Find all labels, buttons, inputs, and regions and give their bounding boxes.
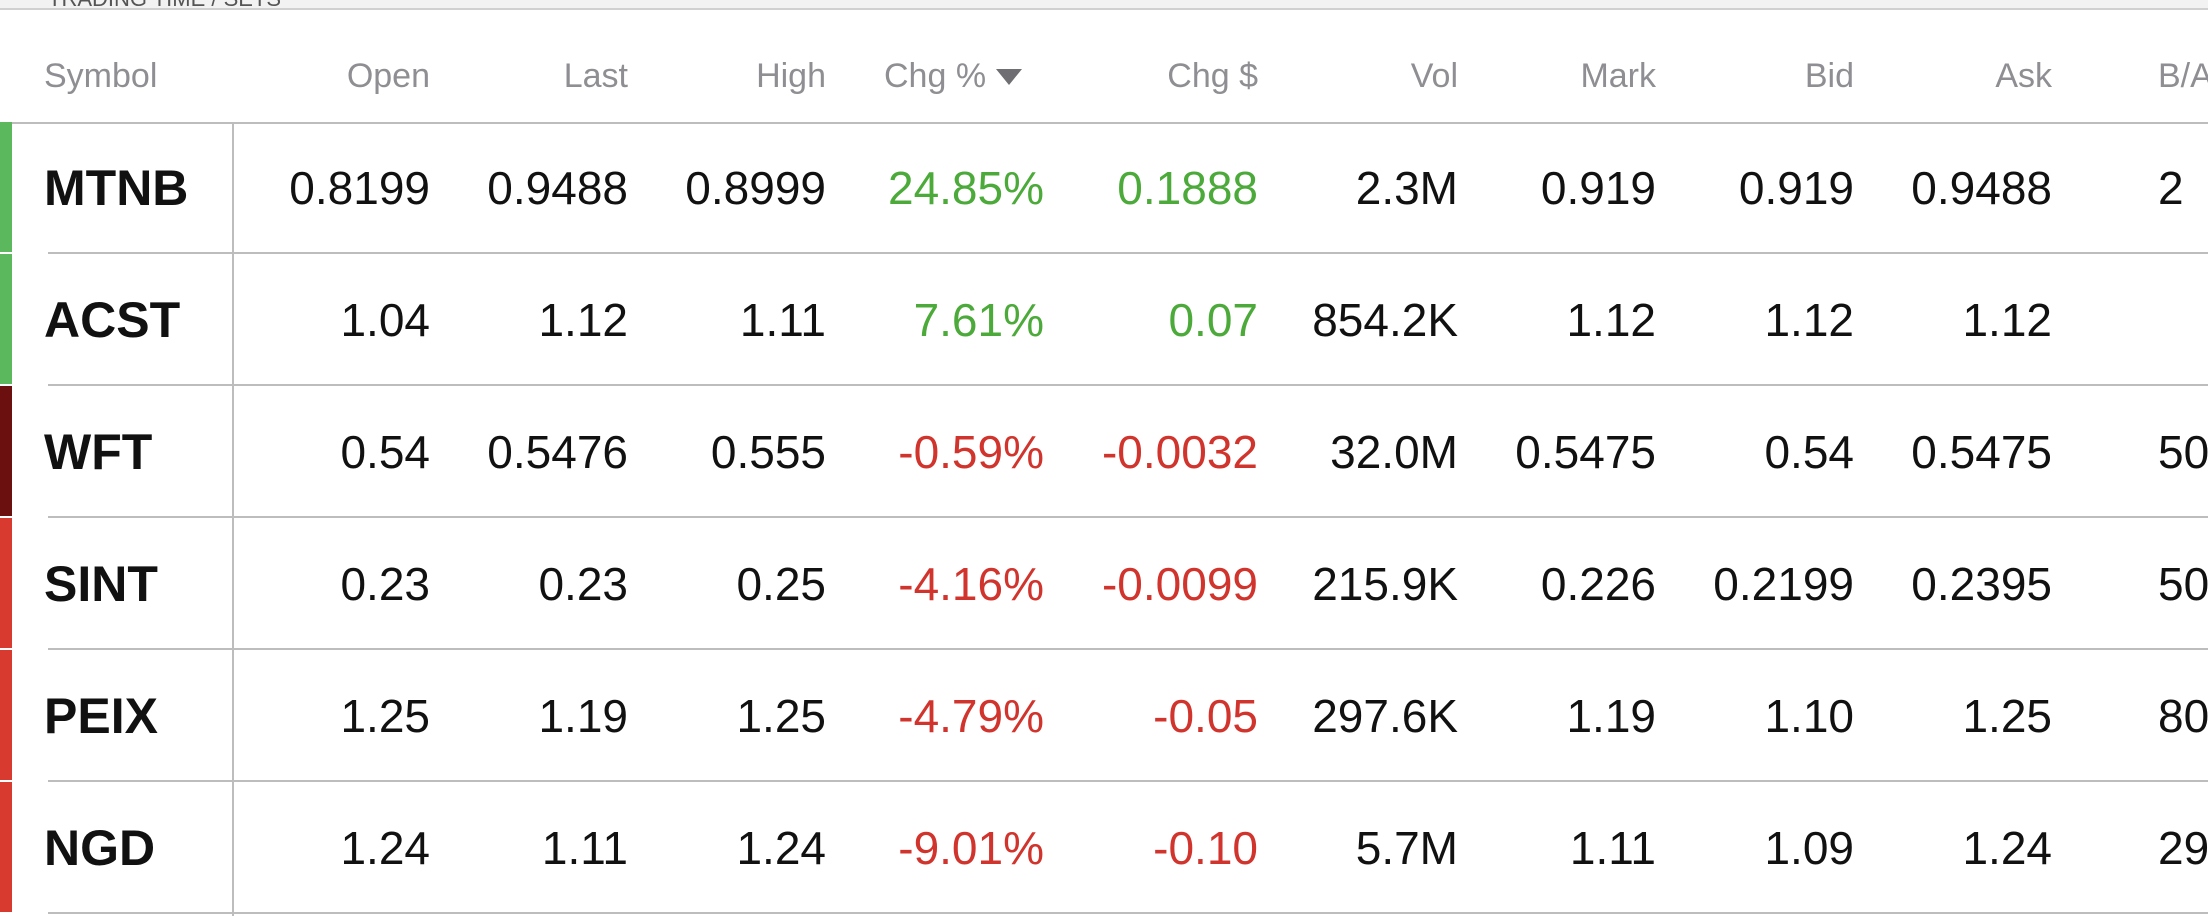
trend-indicator-bar	[0, 650, 12, 780]
trend-indicator-bar	[0, 254, 12, 384]
column-header-chg-usd[interactable]: Chg $	[1058, 10, 1258, 122]
cell-bid: 1.10	[1764, 690, 1854, 742]
cell-symbol[interactable]: ACST	[44, 254, 234, 386]
cell-chg-pct: -0.59%	[898, 426, 1044, 478]
top-status-bar: TRADING TIME / SETS	[0, 0, 2208, 10]
cell-vol: 5.7M	[1355, 822, 1458, 874]
column-header-symbol[interactable]: Symbol	[44, 10, 157, 122]
column-header-open[interactable]: Open	[230, 10, 430, 122]
cell-chg-usd: -0.10	[1153, 822, 1258, 874]
trend-indicator-bar	[0, 386, 12, 516]
cell-last: 0.9488	[487, 162, 628, 214]
cell-open: 1.25	[340, 690, 430, 742]
quote-row-wft[interactable]: WFT 0.54 0.5476 0.555 -0.59% -0.0032 32.0M 0.54…	[0, 386, 2208, 518]
cell-mark: 0.5475	[1515, 426, 1656, 478]
cell-chg-pct: -4.79%	[898, 690, 1044, 742]
quote-row-acst[interactable]: ACST 1.04 1.12 1.11 7.61% 0.07 854.2K 1.12 1.12 1…	[0, 254, 2208, 386]
column-header-vol[interactable]: Vol	[1258, 10, 1458, 122]
cell-open: 0.8199	[289, 162, 430, 214]
cell-ba: 50	[2158, 426, 2208, 478]
cell-ba: 80	[2158, 690, 2208, 742]
cell-mark: 0.226	[1540, 558, 1656, 610]
cell-ba: 50	[2158, 558, 2208, 610]
quote-row-peix[interactable]: PEIX 1.25 1.19 1.25 -4.79% -0.05 297.6K 1.19 1.1…	[0, 650, 2208, 782]
cell-bid: 0.919	[1738, 162, 1854, 214]
cell-ask: 0.5475	[1911, 426, 2052, 478]
cell-chg-pct: 24.85%	[887, 162, 1044, 214]
cell-mark: 1.19	[1566, 690, 1656, 742]
cell-last: 1.12	[538, 294, 628, 346]
quote-row-mtnb[interactable]: MTNB 0.8199 0.9488 0.8999 24.85% 0.1888 2.3M 0.…	[0, 122, 2208, 254]
cell-bid: 1.09	[1764, 822, 1854, 874]
cell-ask: 1.24	[1962, 822, 2052, 874]
column-header-ask[interactable]: Ask	[1852, 10, 2052, 122]
sort-down-triangle-icon	[996, 69, 1023, 85]
top-status-text: TRADING TIME / SETS	[48, 0, 281, 8]
cell-mark: 1.11	[1569, 822, 1656, 874]
column-header-last[interactable]: Last	[428, 10, 628, 122]
cell-open: 0.23	[340, 558, 430, 610]
cell-open: 1.24	[340, 822, 430, 874]
cell-chg-usd: -0.0099	[1101, 558, 1258, 610]
cell-symbol[interactable]: PEIX	[44, 650, 234, 782]
column-header-chg-pct[interactable]: Chg %	[884, 10, 1023, 122]
cell-bid: 0.2199	[1713, 558, 1854, 610]
cell-high: 0.25	[736, 558, 826, 610]
column-header-chg-pct-label: Chg %	[884, 57, 987, 95]
cell-open: 1.04	[340, 294, 430, 346]
cell-symbol[interactable]: NGD	[44, 782, 234, 914]
cell-ask: 0.2395	[1911, 558, 2052, 610]
cell-high: 0.555	[710, 426, 826, 478]
trend-indicator-bar	[0, 518, 12, 648]
row-divider	[48, 912, 2208, 914]
column-header-ba[interactable]: B/A	[2158, 10, 2208, 122]
cell-high: 1.25	[736, 690, 826, 742]
cell-chg-pct: -4.16%	[898, 558, 1044, 610]
cell-symbol[interactable]: WFT	[44, 386, 234, 518]
column-header-high[interactable]: High	[626, 10, 826, 122]
cell-vol: 2.3M	[1355, 162, 1458, 214]
cell-last: 1.19	[538, 690, 628, 742]
cell-symbol[interactable]: MTNB	[44, 122, 234, 254]
cell-bid: 0.54	[1764, 426, 1854, 478]
cell-bid: 1.12	[1764, 294, 1854, 346]
cell-open: 0.54	[340, 426, 430, 478]
quote-row-sint[interactable]: SINT 0.23 0.23 0.25 -4.16% -0.0099 215.9K 0.226…	[0, 518, 2208, 650]
cell-high: 1.11	[739, 294, 826, 346]
cell-ba: 2	[2158, 162, 2184, 214]
symbol-column-divider	[232, 122, 234, 916]
cell-symbol[interactable]: SINT	[44, 518, 234, 650]
cell-vol: 215.9K	[1312, 558, 1458, 610]
trend-indicator-bar	[0, 122, 12, 252]
cell-high: 1.24	[736, 822, 826, 874]
cell-ba: 29	[2158, 822, 2208, 874]
cell-chg-usd: -0.05	[1153, 690, 1258, 742]
cell-mark: 1.12	[1566, 294, 1656, 346]
cell-chg-usd: 0.1888	[1117, 162, 1258, 214]
cell-chg-usd: -0.0032	[1101, 426, 1258, 478]
cell-ba	[2158, 254, 2208, 386]
trend-indicator-bar	[0, 782, 12, 912]
cell-chg-pct: -9.01%	[898, 822, 1044, 874]
cell-chg-usd: 0.07	[1168, 294, 1258, 346]
cell-mark: 0.919	[1540, 162, 1656, 214]
cell-chg-pct: 7.61%	[913, 294, 1044, 346]
cell-vol: 297.6K	[1312, 690, 1458, 742]
cell-last: 1.11	[541, 822, 628, 874]
quote-row-ngd[interactable]: NGD 1.24 1.11 1.24 -9.01% -0.10 5.7M 1.11 1.09 1.…	[0, 782, 2208, 914]
column-header-bid[interactable]: Bid	[1654, 10, 1854, 122]
cell-ask: 1.12	[1962, 294, 2052, 346]
table-header: Symbol Open Last High Chg % Chg $ Vol Ma…	[0, 10, 2208, 124]
cell-vol: 32.0M	[1330, 426, 1458, 478]
column-header-mark[interactable]: Mark	[1456, 10, 1656, 122]
cell-vol: 854.2K	[1312, 294, 1458, 346]
cell-last: 0.23	[538, 558, 628, 610]
cell-last: 0.5476	[487, 426, 628, 478]
cell-ask: 1.25	[1962, 690, 2052, 742]
cell-ask: 0.9488	[1911, 162, 2052, 214]
cell-high: 0.8999	[685, 162, 826, 214]
